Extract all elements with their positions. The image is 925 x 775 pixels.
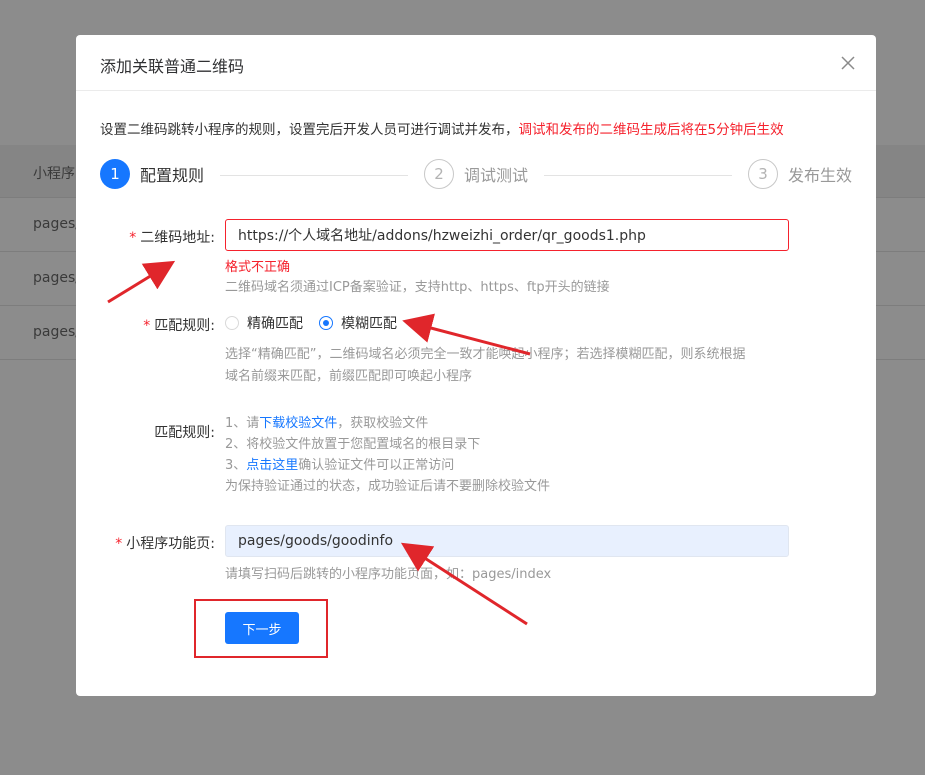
annotation-arrow [107, 260, 176, 304]
annotation-arrow [400, 542, 528, 626]
annotation-arrow [402, 313, 531, 356]
annotation-arrows [107, 260, 531, 626]
